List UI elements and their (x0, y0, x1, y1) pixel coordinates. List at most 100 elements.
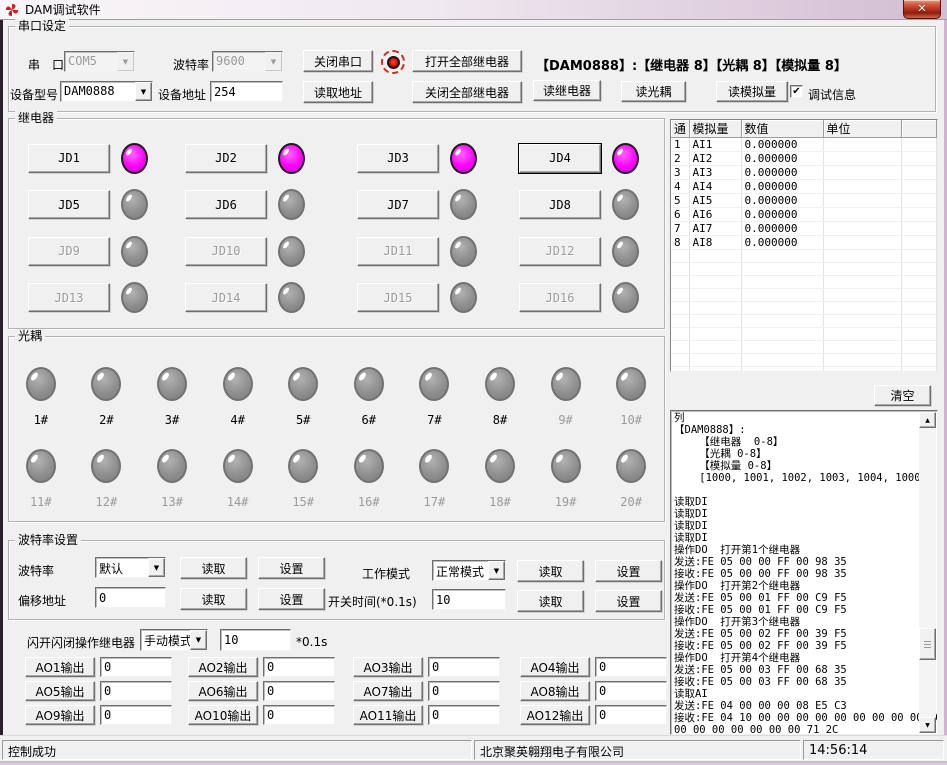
ao9-value-input[interactable] (100, 705, 172, 725)
flash-mode-select[interactable]: 手动模式 ▼ (140, 629, 208, 651)
ao6-value-input[interactable] (263, 681, 335, 701)
relay-jd6-led-icon (278, 189, 305, 220)
ao10-value-input[interactable] (263, 705, 335, 725)
ao3-output-button[interactable]: AO3输出 (353, 657, 423, 677)
close-all-relays-button[interactable]: 关闭全部继电器 (412, 81, 522, 103)
relay-jd10-button[interactable]: JD10 (185, 237, 267, 266)
offset-addr-input[interactable] (95, 587, 166, 608)
baudrate-select[interactable]: 默认 ▼ (95, 557, 166, 578)
relay-jd6-button[interactable]: JD6 (185, 190, 267, 219)
relay-jd2-button[interactable]: JD2 (185, 144, 267, 173)
read-addr-button[interactable]: 读取地址 (303, 81, 373, 103)
offset-read-button[interactable]: 读取 (180, 588, 247, 610)
analog-row-empty[interactable] (671, 354, 937, 367)
analog-row-empty[interactable] (671, 328, 937, 341)
ao1-output-button[interactable]: AO1输出 (25, 657, 95, 677)
switch-time-input[interactable] (432, 589, 506, 610)
analog-row-ai1[interactable]: 1AI10.000000 (671, 138, 937, 152)
log-output[interactable]: 列【DAM0888】: 【继电器 0-8】 【光耦 0-8】 【模拟量 0-8】… (670, 410, 938, 735)
analog-row-empty[interactable] (671, 276, 937, 289)
ao9-output-button[interactable]: AO9输出 (25, 705, 95, 725)
relay-jd14-button[interactable]: JD14 (185, 283, 267, 312)
analog-row-ai4[interactable]: 4AI40.000000 (671, 180, 937, 194)
relay-jd5-button[interactable]: JD5 (28, 190, 110, 219)
device-addr-input[interactable] (210, 81, 283, 102)
ao5-value-input[interactable] (100, 681, 172, 701)
relay-jd11-button[interactable]: JD11 (357, 237, 439, 266)
analog-row-empty[interactable] (671, 367, 937, 373)
ao3-value-input[interactable] (428, 657, 500, 677)
analog-col-header-2[interactable]: 数值 (741, 120, 823, 138)
log-scrollbar[interactable]: ▲ ▼ (919, 412, 936, 733)
analog-row-ai3[interactable]: 3AI30.000000 (671, 166, 937, 180)
ao7-value-input[interactable] (428, 681, 500, 701)
relay-jd15-button[interactable]: JD15 (357, 283, 439, 312)
ao12-output-button[interactable]: AO12输出 (520, 705, 590, 725)
workmode-set-button[interactable]: 设置 (595, 560, 662, 582)
ao12-value-input[interactable] (595, 705, 667, 725)
offset-set-button[interactable]: 设置 (258, 588, 325, 610)
analog-row-ai7[interactable]: 7AI70.000000 (671, 222, 937, 236)
ao2-value-input[interactable] (263, 657, 335, 677)
analog-row-empty[interactable] (671, 315, 937, 328)
close-serial-button[interactable]: 关闭串口 (303, 50, 373, 72)
analog-row-ai2[interactable]: 2AI20.000000 (671, 152, 937, 166)
analog-row-empty[interactable] (671, 263, 937, 276)
relay-jd9-button[interactable]: JD9 (28, 237, 110, 266)
analog-row-ai6[interactable]: 6AI60.000000 (671, 208, 937, 222)
read-opto-button[interactable]: 读光耦 (621, 81, 686, 102)
clear-log-button[interactable]: 清空 (874, 385, 931, 406)
device-model-select[interactable]: DAM0888 ▼ (60, 81, 153, 102)
debug-info-checkbox[interactable]: ✔ (790, 85, 803, 98)
relay-jd16-button[interactable]: JD16 (519, 283, 601, 312)
ao1-value-input[interactable] (100, 657, 172, 677)
ao10-output-button[interactable]: AO10输出 (188, 705, 258, 725)
baud-select[interactable]: 9600 ▼ (212, 51, 283, 72)
log-line: 发送:FE 05 00 00 FF 00 98 35 (674, 556, 937, 568)
ao11-value-input[interactable] (428, 705, 500, 725)
ao5-output-button[interactable]: AO5输出 (25, 681, 95, 701)
read-relay-button[interactable]: 读继电器 (533, 80, 601, 101)
relay-jd13-button[interactable]: JD13 (28, 283, 110, 312)
scrollbar-thumb[interactable] (919, 628, 936, 660)
relay-jd1-button[interactable]: JD1 (28, 144, 110, 173)
baudrate-set-button[interactable]: 设置 (258, 557, 325, 579)
baudrate-read-button[interactable]: 读取 (180, 557, 247, 579)
analog-row-ai8[interactable]: 8AI80.000000 (671, 236, 937, 250)
analog-row-empty[interactable] (671, 302, 937, 315)
analog-row-empty[interactable] (671, 341, 937, 354)
analog-row-empty[interactable] (671, 250, 937, 263)
analog-row-ai5[interactable]: 5AI50.000000 (671, 194, 937, 208)
switch-time-read-button[interactable]: 读取 (517, 590, 584, 612)
workmode-read-button[interactable]: 读取 (517, 560, 584, 582)
read-analog-button[interactable]: 读模拟量 (716, 81, 788, 102)
switch-time-set-button[interactable]: 设置 (595, 590, 662, 612)
relay-jd4-button[interactable]: JD4 (519, 144, 601, 173)
ao7-output-button[interactable]: AO7输出 (353, 681, 423, 701)
relay-jd12-button[interactable]: JD12 (519, 237, 601, 266)
analog-col-header-1[interactable]: 模拟量 (689, 120, 741, 138)
relay-jd7-button[interactable]: JD7 (357, 190, 439, 219)
open-all-relays-button[interactable]: 打开全部继电器 (412, 50, 522, 72)
ao4-output-button[interactable]: AO4输出 (520, 657, 590, 677)
relay-jd8-button[interactable]: JD8 (519, 190, 601, 219)
ao4-value-input[interactable] (595, 657, 667, 677)
analog-col-header-4[interactable] (901, 120, 937, 138)
ao6-output-button[interactable]: AO6输出 (188, 681, 258, 701)
relay-jd3-button[interactable]: JD3 (357, 144, 439, 173)
scroll-up-button[interactable]: ▲ (919, 412, 936, 428)
analog-col-header-0[interactable]: 通 (671, 120, 689, 138)
port-select[interactable]: COM5 ▼ (64, 51, 135, 72)
workmode-select[interactable]: 正常模式 ▼ (432, 560, 506, 581)
flash-time-input[interactable] (220, 629, 291, 651)
analog-col-header-3[interactable]: 单位 (823, 120, 901, 138)
close-button[interactable]: ✕ (903, 0, 941, 19)
scroll-down-button[interactable]: ▼ (919, 717, 936, 733)
ao2-output-button[interactable]: AO2输出 (188, 657, 258, 677)
analog-row-empty[interactable] (671, 289, 937, 302)
scrollbar-track[interactable] (919, 428, 936, 717)
ao8-value-input[interactable] (595, 681, 667, 701)
ao8-output-button[interactable]: AO8输出 (520, 681, 590, 701)
ao11-output-button[interactable]: AO11输出 (353, 705, 423, 725)
opto-18-led-icon (485, 449, 515, 483)
